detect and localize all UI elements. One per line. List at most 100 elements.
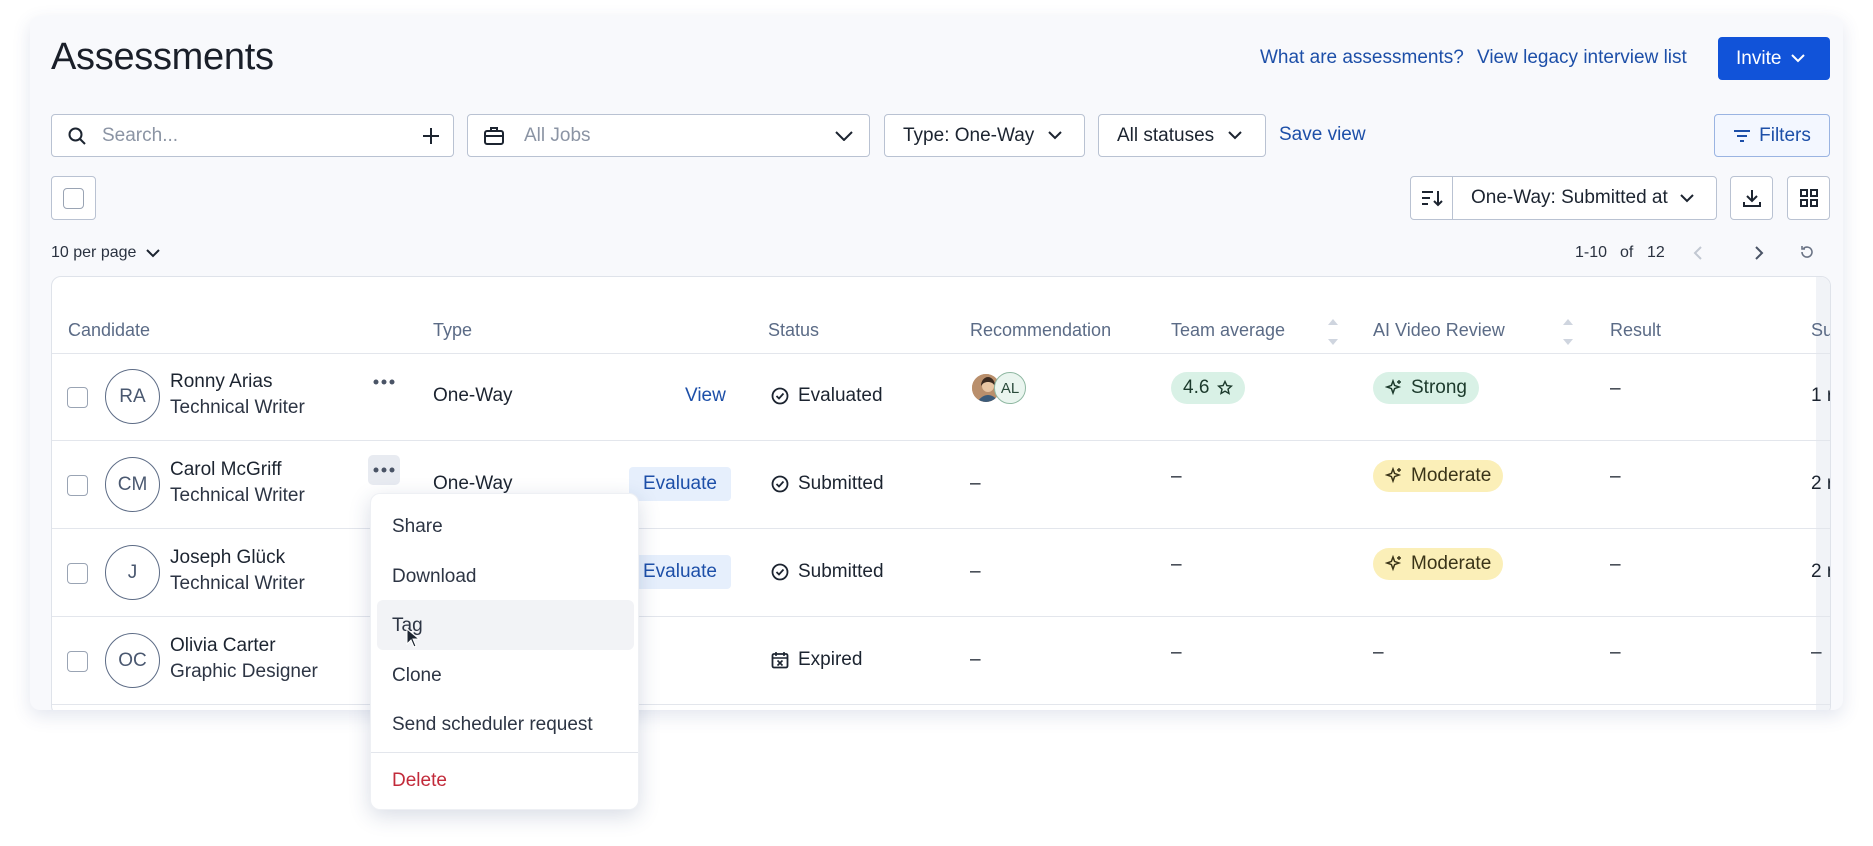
pagination-total: 12 xyxy=(1647,244,1665,261)
row-divider xyxy=(52,353,1830,354)
recommendation-cell: – xyxy=(970,473,981,494)
select-all-checkbox[interactable] xyxy=(51,176,96,220)
per-page-label: 10 per page xyxy=(51,244,137,261)
more-actions-button[interactable] xyxy=(368,367,400,397)
candidate-name[interactable]: Joseph Glück xyxy=(170,547,285,569)
status-filter[interactable]: All statuses xyxy=(1098,114,1266,157)
menu-item-send-scheduler-request[interactable]: Send scheduler request xyxy=(392,714,593,736)
team-average-cell: – xyxy=(1171,554,1182,575)
submitted-cell: 2 r xyxy=(1811,473,1831,494)
save-view-link[interactable]: Save view xyxy=(1279,124,1366,146)
menu-item-delete[interactable]: Delete xyxy=(392,770,447,792)
sparkle-icon xyxy=(1385,379,1403,397)
invite-label: Invite xyxy=(1736,47,1782,69)
jobs-select[interactable]: All Jobs xyxy=(467,114,870,157)
candidate-name[interactable]: Ronny Arias xyxy=(170,371,272,393)
team-average-cell: – xyxy=(1171,642,1182,663)
row-checkbox[interactable] xyxy=(67,387,88,408)
sort-label: One-Way: Submitted at xyxy=(1471,187,1668,208)
ai-review-label: Strong xyxy=(1411,377,1467,398)
avatar: CM xyxy=(105,457,160,512)
result-cell: – xyxy=(1610,466,1621,487)
download-button[interactable] xyxy=(1730,176,1773,220)
chevron-down-icon xyxy=(1048,131,1063,140)
row-checkbox[interactable] xyxy=(67,563,88,584)
candidate-name[interactable]: Carol McGriff xyxy=(170,459,282,481)
type-filter[interactable]: Type: One-Way xyxy=(884,114,1085,157)
search-input[interactable]: Search... xyxy=(51,114,454,157)
assessments-table: Candidate Type Status Recommendation Tea… xyxy=(51,276,1831,710)
ellipsis-icon xyxy=(373,467,395,473)
filter-icon xyxy=(1733,129,1751,143)
mouse-cursor-icon xyxy=(406,628,420,648)
status-label: Submitted xyxy=(798,561,884,582)
refresh-icon[interactable] xyxy=(1800,245,1814,259)
filters-label: Filters xyxy=(1759,124,1811,146)
recommendation-cell: – xyxy=(970,561,981,582)
page-title: Assessments xyxy=(51,36,274,78)
status-label: Expired xyxy=(798,649,863,670)
grid-view-button[interactable] xyxy=(1787,176,1830,220)
submitted-cell: 1 r xyxy=(1811,385,1831,406)
status-cell: Submitted xyxy=(771,473,884,495)
sort-arrows-icon[interactable] xyxy=(1327,317,1339,347)
search-placeholder: Search... xyxy=(102,124,179,146)
sparkle-icon xyxy=(1385,555,1403,573)
chevron-left-icon[interactable] xyxy=(1693,246,1703,260)
chevron-right-icon[interactable] xyxy=(1754,246,1764,260)
row-divider xyxy=(52,704,1830,705)
status-cell: Evaluated xyxy=(771,385,883,407)
status-filter-label: All statuses xyxy=(1117,124,1215,146)
type-filter-label: Type: One-Way xyxy=(903,124,1035,146)
calendar-x-icon xyxy=(771,651,789,669)
row-divider xyxy=(52,440,1830,441)
chevron-down-icon xyxy=(1228,131,1242,140)
filters-button[interactable]: Filters xyxy=(1714,114,1830,157)
status-label: Submitted xyxy=(798,473,884,494)
menu-item-download[interactable]: Download xyxy=(392,566,477,588)
chevron-down-icon xyxy=(146,248,161,258)
column-header-ai-video-review[interactable]: AI Video Review xyxy=(1373,320,1505,341)
sort-arrows-icon[interactable] xyxy=(1562,317,1574,347)
download-icon xyxy=(1742,188,1762,208)
star-icon xyxy=(1217,380,1234,396)
check-circle-icon xyxy=(771,563,789,581)
candidate-name[interactable]: Olivia Carter xyxy=(170,635,276,657)
candidate-role: Technical Writer xyxy=(170,573,305,594)
ellipsis-icon xyxy=(373,379,395,385)
team-average-cell: – xyxy=(1171,466,1182,487)
grid-icon xyxy=(1799,189,1818,207)
type-cell: One-Way xyxy=(433,385,513,406)
team-average-badge: 4.6 xyxy=(1171,372,1246,404)
chevron-down-icon xyxy=(1680,193,1694,203)
avatar: RA xyxy=(105,369,160,424)
column-header-result: Result xyxy=(1610,320,1662,340)
pagination-range: 1-10 xyxy=(1575,244,1608,261)
what-are-assessments-link[interactable]: What are assessments? xyxy=(1260,47,1464,69)
sort-select[interactable]: One-Way: Submitted at xyxy=(1452,176,1717,220)
view-legacy-link[interactable]: View legacy interview list xyxy=(1477,47,1687,69)
result-cell: – xyxy=(1610,642,1621,663)
evaluate-button[interactable]: Evaluate xyxy=(629,555,731,589)
reviewer-initials-avatar: AL xyxy=(994,372,1026,404)
plus-icon[interactable] xyxy=(423,127,439,144)
result-cell: – xyxy=(1610,554,1621,575)
sort-direction-button[interactable] xyxy=(1410,176,1453,220)
column-header-team-average[interactable]: Team average xyxy=(1171,320,1285,341)
ai-review-badge: Moderate xyxy=(1373,548,1504,580)
ai-review-label: Moderate xyxy=(1411,465,1492,486)
evaluate-button[interactable]: Evaluate xyxy=(629,467,731,501)
column-header-submitted: Su xyxy=(1811,320,1831,340)
more-actions-button[interactable] xyxy=(368,455,400,485)
status-label: Evaluated xyxy=(798,385,883,406)
menu-item-share[interactable]: Share xyxy=(392,516,443,538)
invite-button[interactable]: Invite xyxy=(1718,37,1830,80)
row-checkbox[interactable] xyxy=(67,651,88,672)
view-link[interactable]: View xyxy=(685,385,726,407)
ai-review-badge: Strong xyxy=(1373,372,1479,404)
per-page-select[interactable]: 10 per page xyxy=(51,244,161,262)
briefcase-icon xyxy=(484,126,504,145)
menu-item-clone[interactable]: Clone xyxy=(392,665,442,687)
row-checkbox[interactable] xyxy=(67,475,88,496)
submitted-cell: 2 r xyxy=(1811,561,1831,582)
